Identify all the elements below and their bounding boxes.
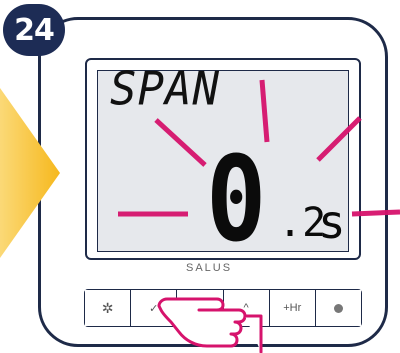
- pointing-hand-icon: [157, 297, 263, 353]
- ray-upper-right: [316, 116, 362, 162]
- ray-right: [351, 209, 400, 217]
- ray-upper-left: [154, 118, 207, 167]
- ray-top: [259, 79, 270, 143]
